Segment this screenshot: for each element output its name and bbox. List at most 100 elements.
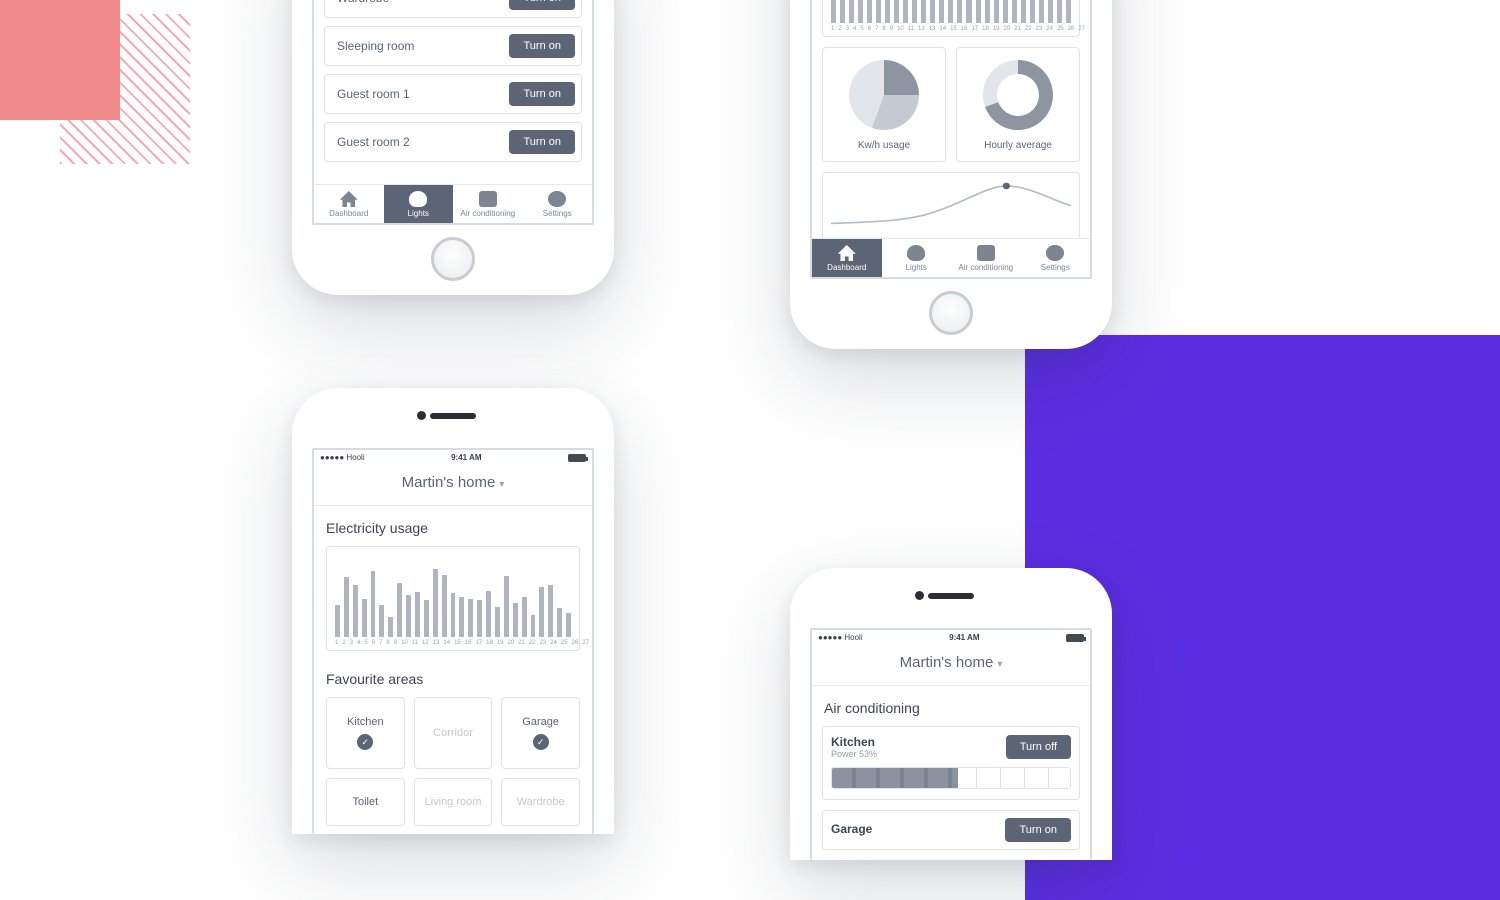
tab-label: Lights xyxy=(408,209,429,218)
card-label: Kw/h usage xyxy=(827,140,941,151)
tab-settings[interactable]: Settings xyxy=(1021,239,1091,277)
hourly-average-card[interactable]: Hourly average xyxy=(956,47,1080,162)
ac-row-kitchen: Kitchen Power 53% Turn off xyxy=(822,726,1080,800)
check-icon: ✓ xyxy=(533,734,549,750)
screen: Daily Weekly Monthly 1234567891011121314… xyxy=(810,0,1092,279)
tab-air-conditioning[interactable]: Air conditioning xyxy=(453,185,523,223)
room-label: Guest room 1 xyxy=(337,87,410,101)
phone-lights-screen: Living room Turn on Wardrobe Turn on Sle… xyxy=(292,0,614,295)
tile-label: Toilet xyxy=(352,796,378,808)
donut-chart-icon xyxy=(983,60,1053,130)
tab-label: Settings xyxy=(1041,263,1070,272)
light-icon xyxy=(907,245,925,261)
ac-icon xyxy=(977,245,995,261)
turn-on-button[interactable]: Turn on xyxy=(509,130,575,154)
gear-icon xyxy=(1046,245,1064,261)
room-row-wardrobe[interactable]: Wardrobe Turn on xyxy=(324,0,582,18)
tile-label: Kitchen xyxy=(347,716,384,728)
phone-speaker-icon xyxy=(928,593,974,599)
favourite-tiles: Kitchen ✓ Corridor Garage ✓ Toilet Livin… xyxy=(314,697,592,834)
check-icon: ✓ xyxy=(357,734,373,750)
tab-dashboard[interactable]: Dashboard xyxy=(314,185,384,223)
turn-off-button[interactable]: Turn off xyxy=(1006,735,1071,759)
bar-axis: 1234567891011121314151617181920212223242… xyxy=(831,26,1071,32)
tab-bar: Dashboard Lights Air conditioning Settin… xyxy=(812,238,1090,277)
carrier-label: ●●●●● Hooli xyxy=(818,633,863,642)
phone-sensor-icon xyxy=(417,411,426,420)
chevron-down-icon: ▾ xyxy=(997,659,1002,670)
decor-pink-block xyxy=(0,0,120,120)
slider-fill xyxy=(832,768,958,788)
room-row-guest-2[interactable]: Guest room 2 Turn on xyxy=(324,122,582,162)
home-selector[interactable]: Martin's home▾ xyxy=(314,464,592,506)
kwh-usage-card[interactable]: Kw/h usage xyxy=(822,47,946,162)
tab-label: Air conditioning xyxy=(460,209,515,218)
turn-on-button[interactable]: Turn on xyxy=(1005,818,1071,842)
carrier-label: ●●●●● Hooli xyxy=(320,453,365,462)
screen: Living room Turn on Wardrobe Turn on Sle… xyxy=(312,0,594,225)
clock-label: 9:41 AM xyxy=(451,453,481,462)
summary-cards: Kw/h usage Hourly average xyxy=(822,47,1080,162)
tile-kitchen[interactable]: Kitchen ✓ xyxy=(326,697,405,769)
tile-wardrobe[interactable]: Wardrobe xyxy=(501,778,580,826)
tab-dashboard[interactable]: Dashboard xyxy=(812,239,882,277)
tab-lights[interactable]: Lights xyxy=(384,185,454,223)
tab-lights[interactable]: Lights xyxy=(882,239,952,277)
room-label: Wardrobe xyxy=(337,0,389,5)
tab-label: Dashboard xyxy=(827,263,866,272)
tab-label: Lights xyxy=(906,263,927,272)
turn-on-button[interactable]: Turn on xyxy=(509,0,575,10)
phone-ac-screen: ●●●●● Hooli 9:41 AM Martin's home▾ Air c… xyxy=(790,568,1112,860)
screen: ●●●●● Hooli 9:41 AM Martin's home▾ Elect… xyxy=(312,448,594,834)
ac-room-label: Garage xyxy=(831,818,872,836)
battery-icon xyxy=(1066,634,1084,642)
tile-living-room[interactable]: Living room xyxy=(414,778,493,826)
home-title: Martin's home xyxy=(402,474,496,491)
room-label: Sleeping room xyxy=(337,39,414,53)
phone-speaker-icon xyxy=(430,413,476,419)
tile-corridor[interactable]: Corridor xyxy=(414,697,493,769)
phone-usage-charts-screen: Daily Weekly Monthly 1234567891011121314… xyxy=(790,0,1112,349)
tile-toilet[interactable]: Toilet xyxy=(326,778,405,826)
chevron-down-icon: ▾ xyxy=(499,479,504,490)
screen: ●●●●● Hooli 9:41 AM Martin's home▾ Air c… xyxy=(810,628,1092,860)
phone-home-button[interactable] xyxy=(929,291,973,335)
card-label: Hourly average xyxy=(961,140,1075,151)
home-icon xyxy=(340,191,358,207)
gear-icon xyxy=(548,191,566,207)
home-icon xyxy=(838,245,856,261)
tab-label: Settings xyxy=(543,209,572,218)
status-bar: ●●●●● Hooli 9:41 AM xyxy=(314,450,592,464)
tab-air-conditioning[interactable]: Air conditioning xyxy=(951,239,1021,277)
phone-sensor-icon xyxy=(915,591,924,600)
tile-label: Garage xyxy=(522,716,559,728)
room-row-guest-1[interactable]: Guest room 1 Turn on xyxy=(324,74,582,114)
clock-label: 9:41 AM xyxy=(949,633,979,642)
ac-power-slider[interactable] xyxy=(831,767,1071,789)
ac-icon xyxy=(479,191,497,207)
home-selector[interactable]: Martin's home▾ xyxy=(812,644,1090,686)
trend-line-chart xyxy=(822,172,1080,238)
phone-home-button[interactable] xyxy=(431,237,475,281)
daily-bar-chart: 1234567891011121314151617181920212223242… xyxy=(822,0,1080,37)
ac-row-garage: Garage Turn on xyxy=(822,810,1080,850)
bar-series xyxy=(335,557,571,637)
section-electricity-usage: Electricity usage xyxy=(314,506,592,546)
section-favourite-areas: Favourite areas xyxy=(314,657,592,697)
tile-label: Corridor xyxy=(433,727,473,739)
turn-on-button[interactable]: Turn on xyxy=(509,34,575,58)
ac-room-label: Kitchen xyxy=(831,735,877,749)
status-bar: ●●●●● Hooli 9:41 AM xyxy=(812,630,1090,644)
home-title: Martin's home xyxy=(900,654,994,671)
tab-label: Dashboard xyxy=(329,209,368,218)
room-row-sleeping-room[interactable]: Sleeping room Turn on xyxy=(324,26,582,66)
ac-power-label: Power 53% xyxy=(831,749,877,759)
bar-series xyxy=(831,0,1071,23)
turn-on-button[interactable]: Turn on xyxy=(509,82,575,106)
section-air-conditioning: Air conditioning xyxy=(812,686,1090,726)
tab-settings[interactable]: Settings xyxy=(523,185,593,223)
tile-garage[interactable]: Garage ✓ xyxy=(501,697,580,769)
battery-icon xyxy=(568,454,586,462)
usage-bar-chart: 1234567891011121314151617181920212223242… xyxy=(326,546,580,651)
pie-chart-icon xyxy=(849,60,919,130)
